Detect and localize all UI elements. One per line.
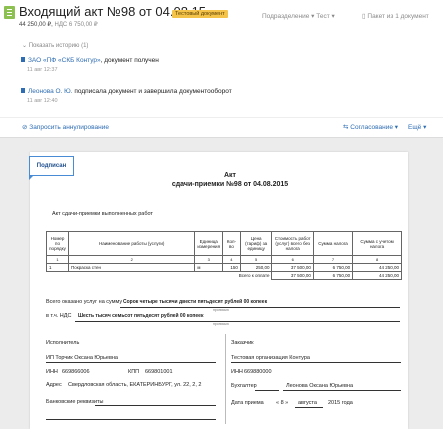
divider bbox=[95, 405, 216, 406]
action-bar: ⊘ Запросить аннулирование ⇆ Согласование… bbox=[0, 117, 443, 138]
column-header: Стоимость работ (услуг) всего без налога bbox=[271, 231, 314, 256]
document-sum: 44 250,00 ₽, НДС 6 750,00 ₽ bbox=[19, 22, 98, 28]
table-cell: 44 250,00 bbox=[352, 263, 402, 272]
table-cell: м bbox=[194, 263, 223, 272]
customer-inn-label: ИНН bbox=[231, 369, 243, 375]
executor-kpp: 669801001 bbox=[145, 369, 173, 375]
table-cell: Покраска стен bbox=[67, 263, 196, 272]
total-cell: 37 500,00 bbox=[271, 271, 314, 280]
show-history-link[interactable]: ⌄ Показать историю (1) bbox=[22, 42, 88, 49]
column-header: Кол-во bbox=[222, 231, 241, 256]
table-cell: 1 bbox=[46, 263, 69, 272]
menu-icon[interactable] bbox=[4, 6, 15, 19]
date-label: Дата приема bbox=[231, 400, 264, 406]
history-event: Леонова О. Ю. подписала документ и завер… bbox=[21, 88, 232, 95]
column-number: 3 bbox=[194, 255, 223, 264]
accountant-label: Бухгалтер bbox=[231, 383, 257, 389]
document-icon bbox=[21, 88, 25, 93]
divider bbox=[225, 334, 226, 424]
divider bbox=[295, 407, 323, 408]
customer-inn: 669880000 bbox=[244, 369, 272, 375]
event-actor-link[interactable]: Леонова О. Ю. bbox=[28, 88, 73, 95]
total-row: Всего к оплате 37 500,00 6 750,00 44 250… bbox=[46, 271, 402, 280]
table-cell: 6 750,00 bbox=[312, 263, 354, 272]
items-table: Номер по порядку Наименование работы (ус… bbox=[46, 231, 402, 280]
column-header: Номер по порядку bbox=[46, 231, 69, 256]
divider bbox=[75, 321, 400, 322]
chevron-down-icon: ⌄ bbox=[22, 43, 29, 49]
total-label: Всего к оплате bbox=[46, 271, 273, 280]
accountant-name: Леонова Оксана Юрьевна bbox=[286, 383, 354, 389]
executor-address-label: Адрес bbox=[46, 382, 62, 388]
hint: прописью bbox=[213, 308, 229, 312]
approval-dropdown[interactable]: ⇆ Согласование ▾ bbox=[343, 123, 398, 131]
total-cell: 44 250,00 bbox=[352, 271, 402, 280]
doc-subtitle: сдачи-приемки №98 от 04.08.2015 bbox=[171, 181, 289, 188]
date-month: августа bbox=[298, 400, 317, 406]
customer-name: Тестовая организация Контура bbox=[231, 355, 310, 361]
date-year: 2015 года bbox=[328, 400, 353, 406]
signed-stamp: Подписан bbox=[29, 156, 74, 180]
executor-name: ИП Торчик Оксана Юрьевна bbox=[46, 355, 118, 361]
executor-address: Свердловская область, ЕКАТЕРИНБУРГ, ул. … bbox=[68, 382, 202, 388]
rendered-label: Всего оказано услуг на сумму bbox=[46, 299, 123, 305]
column-number: 2 bbox=[67, 255, 196, 264]
executor-inn: 669866006 bbox=[62, 369, 90, 375]
request-cancellation-button[interactable]: ⊘ Запросить аннулирование bbox=[22, 123, 109, 131]
column-number: 7 bbox=[312, 255, 354, 264]
vat-value: Шесть тысяч семьсот пятьдесят рублей 00 … bbox=[78, 313, 204, 319]
divider bbox=[255, 390, 279, 391]
column-header: Сумма с учетом налога bbox=[352, 231, 402, 256]
column-number: 1 bbox=[46, 255, 69, 264]
executor-heading: Исполнитель bbox=[46, 340, 80, 346]
divider bbox=[231, 362, 401, 363]
history-event: ЗАО «ПФ «СКБ Контур», документ получен bbox=[21, 57, 159, 64]
column-header: Наименование работы (услуги) bbox=[67, 231, 196, 256]
event-time: 11 авг 12:40 bbox=[27, 98, 58, 104]
doc-description: Акт сдачи-приемки выполненных работ bbox=[52, 211, 153, 217]
executor-inn-label: ИНН bbox=[46, 369, 58, 375]
column-header: Единица измерения bbox=[194, 231, 223, 256]
total-cell: 6 750,00 bbox=[312, 271, 354, 280]
divider bbox=[120, 307, 400, 308]
classify-dropdown[interactable]: Подразделение ▾ Тест ▾ bbox=[262, 12, 335, 20]
divider bbox=[283, 390, 401, 391]
table-cell: 150 bbox=[222, 263, 241, 272]
column-number: 4 bbox=[222, 255, 241, 264]
column-header: Сумма налога bbox=[312, 231, 354, 256]
test-document-badge: Тестовый документ bbox=[172, 10, 228, 18]
doc-title: Акт bbox=[224, 172, 236, 179]
hint: прописью bbox=[213, 322, 229, 326]
document-icon bbox=[21, 57, 25, 62]
event-actor-link[interactable]: ЗАО «ПФ «СКБ Контур» bbox=[28, 57, 101, 64]
rendered-value: Сорок четыре тысячи двести пятьдесят руб… bbox=[123, 299, 268, 305]
divider bbox=[46, 419, 216, 420]
more-dropdown[interactable]: Ещё ▾ bbox=[408, 123, 426, 131]
document-header-card: Входящий акт №98 от 04.08.15 Тестовый до… bbox=[0, 0, 443, 138]
column-number: 5 bbox=[239, 255, 273, 264]
package-link[interactable]: ▯ Пакет из 1 документ bbox=[362, 12, 429, 20]
date-day: « 8 » bbox=[276, 400, 289, 406]
column-number: 8 bbox=[352, 255, 402, 264]
divider bbox=[46, 362, 216, 363]
column-header: Цена (тариф) за единицу bbox=[239, 231, 273, 256]
executor-kpp-label: КПП bbox=[128, 369, 140, 375]
table-row: 1 Покраска стен м 150 250,00 37 500,00 6… bbox=[46, 263, 402, 272]
vat-label: в т.ч. НДС bbox=[46, 313, 72, 319]
table-cell: 250,00 bbox=[239, 263, 273, 272]
column-number: 6 bbox=[271, 255, 314, 264]
table-cell: 37 500,00 bbox=[271, 263, 314, 272]
event-time: 11 авг 12:37 bbox=[27, 67, 58, 73]
customer-heading: Заказчик bbox=[231, 340, 254, 346]
